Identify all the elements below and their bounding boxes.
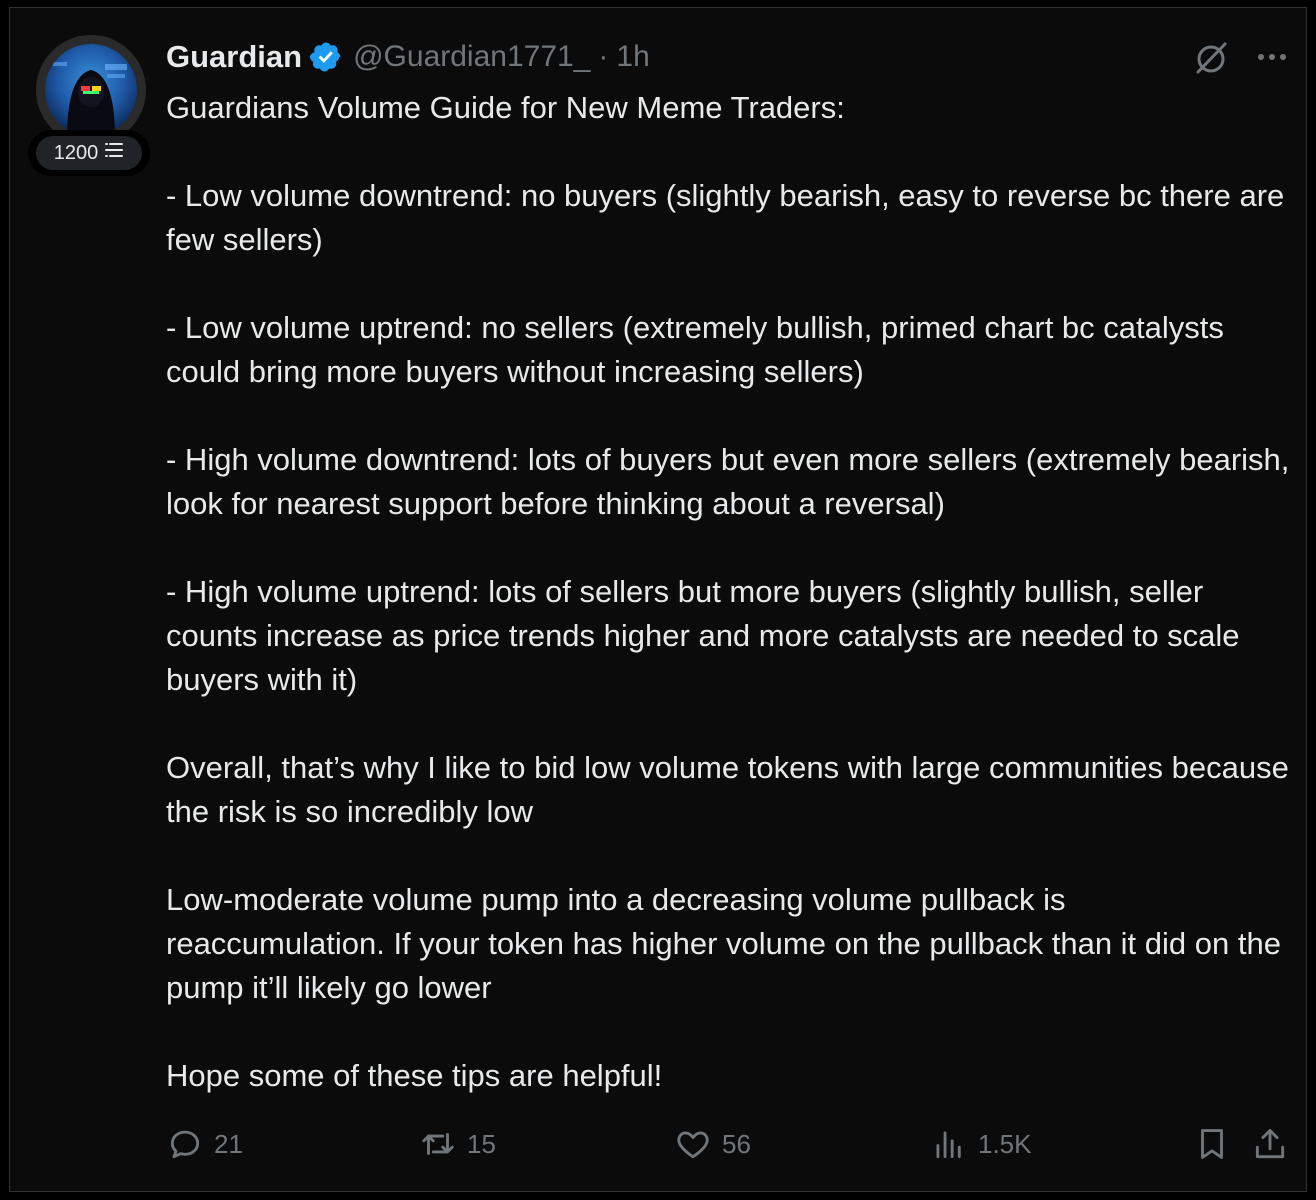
tweet-header: Guardian @Guardian1771_ · 1h xyxy=(166,36,650,78)
paragraph-spacer xyxy=(166,526,1291,570)
paragraph: Low-moderate volume pump into a decreasi… xyxy=(166,882,1290,1005)
badge-pill[interactable]: 1200 xyxy=(28,130,150,176)
paragraph: Guardians Volume Guide for New Meme Trad… xyxy=(166,90,845,125)
tweet-text: Guardians Volume Guide for New Meme Trad… xyxy=(166,86,1291,1098)
paragraph: - Low volume downtrend: no buyers (sligh… xyxy=(166,178,1293,257)
action-bar: 21 15 56 1.5K xyxy=(166,1120,1291,1168)
paragraph-spacer xyxy=(166,130,1291,174)
post-time[interactable]: 1h xyxy=(616,40,649,74)
paragraph-spacer xyxy=(166,1010,1291,1054)
slash-circle-icon[interactable] xyxy=(1192,38,1230,76)
display-name[interactable]: Guardian xyxy=(166,39,302,75)
like-count: 56 xyxy=(722,1128,751,1159)
bookmark-icon xyxy=(1193,1125,1231,1163)
bar-chart-icon xyxy=(930,1125,968,1163)
share-button[interactable] xyxy=(1251,1120,1289,1168)
reply-count: 21 xyxy=(214,1128,243,1159)
paragraph: - High volume downtrend: lots of buyers … xyxy=(166,442,1299,521)
paragraph-spacer xyxy=(166,702,1291,746)
badge-count: 1200 xyxy=(53,141,99,164)
paragraph: - High volume uptrend: lots of sellers b… xyxy=(166,574,1249,697)
more-dots-icon[interactable] xyxy=(1256,51,1288,63)
paragraph: Overall, that’s why I like to bid low vo… xyxy=(166,750,1298,829)
user-handle[interactable]: @Guardian1771_ xyxy=(353,40,590,74)
reply-button[interactable]: 21 xyxy=(166,1120,243,1168)
avatar[interactable] xyxy=(36,35,146,145)
paragraph-spacer xyxy=(166,394,1291,438)
repost-button[interactable]: 15 xyxy=(419,1120,496,1168)
paragraph-spacer xyxy=(166,834,1291,878)
repost-arrows-icon xyxy=(419,1125,457,1163)
separator-dot: · xyxy=(598,40,609,73)
bookmark-button[interactable] xyxy=(1193,1120,1231,1168)
like-button[interactable]: 56 xyxy=(674,1120,751,1168)
view-count: 1.5K xyxy=(978,1128,1032,1159)
paragraph-spacer xyxy=(166,262,1291,306)
avatar-image xyxy=(45,44,137,136)
tweet-card: 1200 Guardian @Guardian1771_ · 1h Guardi… xyxy=(9,7,1307,1192)
speech-bubble-icon xyxy=(166,1125,204,1163)
repost-count: 15 xyxy=(467,1128,496,1159)
heart-icon xyxy=(674,1125,712,1163)
verified-badge-icon[interactable] xyxy=(309,40,343,74)
paragraph: Hope some of these tips are helpful! xyxy=(166,1058,663,1093)
paragraph: - Low volume uptrend: no sellers (extrem… xyxy=(166,310,1233,389)
views-button[interactable]: 1.5K xyxy=(930,1120,1032,1168)
stacked-lines-icon xyxy=(104,140,124,166)
top-right-controls xyxy=(1192,38,1288,76)
share-upload-icon xyxy=(1251,1125,1289,1163)
